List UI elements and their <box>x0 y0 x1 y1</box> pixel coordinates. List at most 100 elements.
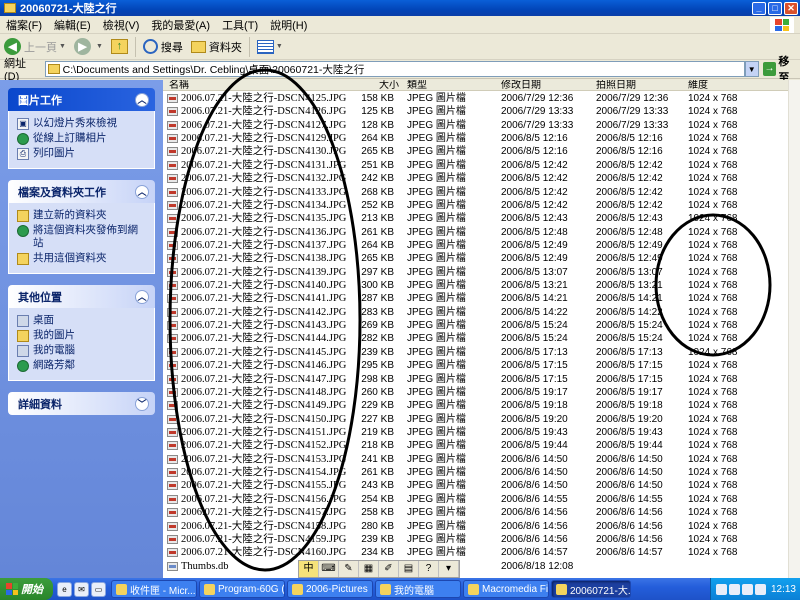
chevron-up-icon[interactable]: ︿ <box>135 92 149 107</box>
outlook-icon[interactable]: ✉ <box>74 581 89 597</box>
file-row[interactable]: 2006.07.21-大陸之行-DSCN4131.JPG 251 KB JPEG 圖… <box>163 159 800 172</box>
file-row[interactable]: 2006.07.21-大陸之行-DSCN4140.JPG 300 KB JPEG 圖… <box>163 279 800 292</box>
ime-tool-icon[interactable]: ✐ <box>379 561 399 577</box>
file-row[interactable]: 2006.07.21-大陸之行-DSCN4156.JPG 254 KB JPEG 圖… <box>163 493 800 506</box>
file-row[interactable]: Thumbs.db 2006/8/18 12:08 <box>163 560 800 573</box>
place-network[interactable]: 網路芳鄰 <box>17 359 148 372</box>
menu-tools[interactable]: 工具(T) <box>216 17 264 33</box>
chevron-up-icon[interactable]: ︿ <box>135 184 149 199</box>
file-row[interactable]: 2006.07.21-大陸之行-DSCN4147.JPG 298 KB JPEG 圖… <box>163 373 800 386</box>
menu-favorites[interactable]: 我的最愛(A) <box>145 17 216 33</box>
menu-help[interactable]: 說明(H) <box>264 17 313 33</box>
place-my-computer[interactable]: 我的電腦 <box>17 344 148 357</box>
taskbar-item-my-computer[interactable]: 我的電腦 <box>375 580 461 598</box>
taskbar-item-pictures[interactable]: 2006-Pictures <box>287 580 373 598</box>
file-row[interactable]: 2006.07.21-大陸之行-DSCN4125.JPG 158 KB JPEG 圖… <box>163 92 800 105</box>
title-bar[interactable]: 20060721-大陸之行 _ □ ✕ <box>0 0 800 16</box>
file-row[interactable]: 2006.07.21-大陸之行-DSCN4160.JPG 234 KB JPEG 圖… <box>163 546 800 559</box>
column-name[interactable]: 名稱 <box>169 80 189 91</box>
taskbar-item-program[interactable]: Program-60G (... <box>199 580 285 598</box>
forward-button[interactable]: ▶ ▼ <box>70 36 107 58</box>
file-row[interactable]: 2006.07.21-大陸之行-DSCN4155.JPG 243 KB JPEG 圖… <box>163 479 800 492</box>
taskbar-item-macromedia[interactable]: Macromedia Fi... <box>463 580 549 598</box>
task-slideshow[interactable]: ▣ 以幻燈片秀來檢視 <box>17 117 148 130</box>
task-share-folder[interactable]: 共用這個資料夾 <box>17 252 148 265</box>
file-tasks-header[interactable]: 檔案及資料夾工作 ︿ <box>8 180 155 203</box>
file-row[interactable]: 2006.07.21-大陸之行-DSCN4157.JPG 258 KB JPEG 圖… <box>163 506 800 519</box>
file-row[interactable]: 2006.07.21-大陸之行-DSCN4138.JPG 265 KB JPEG 圖… <box>163 252 800 265</box>
tray-network-icon[interactable] <box>728 583 740 595</box>
place-my-pictures[interactable]: 我的圖片 <box>17 329 148 342</box>
file-row[interactable]: 2006.07.21-大陸之行-DSCN4144.JPG 282 KB JPEG 圖… <box>163 332 800 345</box>
file-row[interactable]: 2006.07.21-大陸之行-DSCN4148.JPG 260 KB JPEG 圖… <box>163 386 800 399</box>
close-button[interactable]: ✕ <box>784 1 798 15</box>
file-row[interactable]: 2006.07.21-大陸之行-DSCN4129.JPG 264 KB JPEG 圖… <box>163 132 800 145</box>
file-row[interactable]: 2006.07.21-大陸之行-DSCN4153.JPG 241 KB JPEG 圖… <box>163 453 800 466</box>
file-row[interactable]: 2006.07.21-大陸之行-DSCN4154.JPG 261 KB JPEG 圖… <box>163 466 800 479</box>
taskbar-item-current-folder[interactable]: 20060721-大... <box>551 580 631 598</box>
file-row[interactable]: 2006.07.21-大陸之行-DSCN4139.JPG 297 KB JPEG 圖… <box>163 266 800 279</box>
vertical-scrollbar[interactable] <box>788 80 800 578</box>
details-header[interactable]: 詳細資料 ﹀ <box>8 392 155 415</box>
menu-edit[interactable]: 編輯(E) <box>48 17 97 33</box>
task-print-pictures[interactable]: ⎙ 列印圖片 <box>17 147 148 160</box>
ime-mode-icon[interactable]: 中 <box>299 561 319 577</box>
picture-tasks-header[interactable]: 圖片工作 ︿ <box>8 88 155 111</box>
help-icon[interactable]: ? <box>419 561 439 577</box>
ime-settings-icon[interactable]: ✎ <box>339 561 359 577</box>
file-row[interactable]: 2006.07.21-大陸之行-DSCN4133.JPG 268 KB JPEG 圖… <box>163 186 800 199</box>
task-order-prints[interactable]: 從線上訂購相片 <box>17 132 148 145</box>
place-desktop[interactable]: 桌面 <box>17 314 148 327</box>
address-dropdown-button[interactable]: ▼ <box>744 61 759 77</box>
views-button[interactable]: ▼ <box>253 36 287 58</box>
tray-volume-icon[interactable] <box>741 583 753 595</box>
ie-icon[interactable]: e <box>57 581 72 597</box>
file-row[interactable]: 2006.07.21-大陸之行-DSCN4145.JPG 239 KB JPEG 圖… <box>163 346 800 359</box>
column-type[interactable]: 類型 <box>407 80 427 91</box>
file-row[interactable]: 2006.07.21-大陸之行-DSCN4143.JPG 269 KB JPEG 圖… <box>163 319 800 332</box>
menu-file[interactable]: 檔案(F) <box>0 17 48 33</box>
ime-options-icon[interactable]: ▾ <box>439 561 459 577</box>
file-row[interactable]: 2006.07.21-大陸之行-DSCN4127.JPG 128 KB JPEG 圖… <box>163 119 800 132</box>
file-row[interactable]: 2006.07.21-大陸之行-DSCN4159.JPG 239 KB JPEG 圖… <box>163 533 800 546</box>
up-folder-button[interactable]: ↑ <box>107 36 132 58</box>
file-row[interactable]: 2006.07.21-大陸之行-DSCN4141.JPG 287 KB JPEG 圖… <box>163 292 800 305</box>
tray-chevron-icon[interactable] <box>715 583 727 595</box>
start-button[interactable]: 開始 <box>0 578 53 600</box>
file-row[interactable]: 2006.07.21-大陸之行-DSCN4135.JPG 213 KB JPEG 圖… <box>163 212 800 225</box>
column-dimensions[interactable]: 維度 <box>688 80 708 91</box>
file-row[interactable]: 2006.07.21-大陸之行-DSCN4137.JPG 264 KB JPEG 圖… <box>163 239 800 252</box>
file-row[interactable]: 2006.07.21-大陸之行-DSCN4150.JPG 227 KB JPEG 圖… <box>163 413 800 426</box>
file-row[interactable]: 2006.07.21-大陸之行-DSCN4132.JPG 242 KB JPEG 圖… <box>163 172 800 185</box>
file-row[interactable]: 2006.07.21-大陸之行-DSCN4142.JPG 283 KB JPEG 圖… <box>163 306 800 319</box>
ime-pad-icon[interactable]: ▦ <box>359 561 379 577</box>
file-row[interactable]: 2006.07.21-大陸之行-DSCN4158.JPG 280 KB JPEG 圖… <box>163 520 800 533</box>
task-publish-web[interactable]: 將這個資料夾發佈到網站 <box>17 224 148 250</box>
file-row[interactable]: 2006.07.21-大陸之行-DSCN4152.JPG 218 KB JPEG 圖… <box>163 439 800 452</box>
search-button[interactable]: 搜尋 <box>139 36 187 58</box>
file-row[interactable]: 2006.07.21-大陸之行-DSCN4134.JPG 252 KB JPEG 圖… <box>163 199 800 212</box>
keyboard-icon[interactable]: ⌨ <box>319 561 339 577</box>
file-row[interactable]: 2006.07.21-大陸之行-DSCN4151.JPG 219 KB JPEG 圖… <box>163 426 800 439</box>
chevron-down-icon[interactable]: ▼ <box>276 43 283 50</box>
file-row[interactable]: 2006.07.21-大陸之行-DSCN4146.JPG 295 KB JPEG 圖… <box>163 359 800 372</box>
file-row[interactable]: 2006.07.21-大陸之行-DSCN4149.JPG 229 KB JPEG 圖… <box>163 399 800 412</box>
file-row[interactable]: 2006.07.21-大陸之行-DSCN4130.JPG 265 KB JPEG 圖… <box>163 145 800 158</box>
column-taken[interactable]: 拍照日期 <box>596 80 636 91</box>
chevron-down-icon[interactable]: ▼ <box>96 43 103 50</box>
file-row[interactable]: 2006.07.21-大陸之行-DSCN4126.JPG 125 KB JPEG 圖… <box>163 105 800 118</box>
tray-antivirus-icon[interactable] <box>754 583 766 595</box>
file-row[interactable]: 2006.07.21-大陸之行-DSCN4136.JPG 261 KB JPEG 圖… <box>163 226 800 239</box>
taskbar-item-inbox[interactable]: 收件匣 - Micr... <box>111 580 197 598</box>
chevron-down-icon[interactable]: ▼ <box>59 43 66 50</box>
maximize-button[interactable]: □ <box>768 1 782 15</box>
ime-dict-icon[interactable]: ▤ <box>399 561 419 577</box>
show-desktop-icon[interactable]: ▭ <box>91 581 106 597</box>
other-places-header[interactable]: 其他位置 ︿ <box>8 285 155 308</box>
menu-view[interactable]: 檢視(V) <box>97 17 146 33</box>
chevron-up-icon[interactable]: ︿ <box>135 289 149 304</box>
chevron-down-icon[interactable]: ﹀ <box>135 396 149 411</box>
minimize-button[interactable]: _ <box>752 1 766 15</box>
clock[interactable]: 12:13 <box>771 584 796 595</box>
folders-button[interactable]: 資料夾 <box>187 36 246 58</box>
